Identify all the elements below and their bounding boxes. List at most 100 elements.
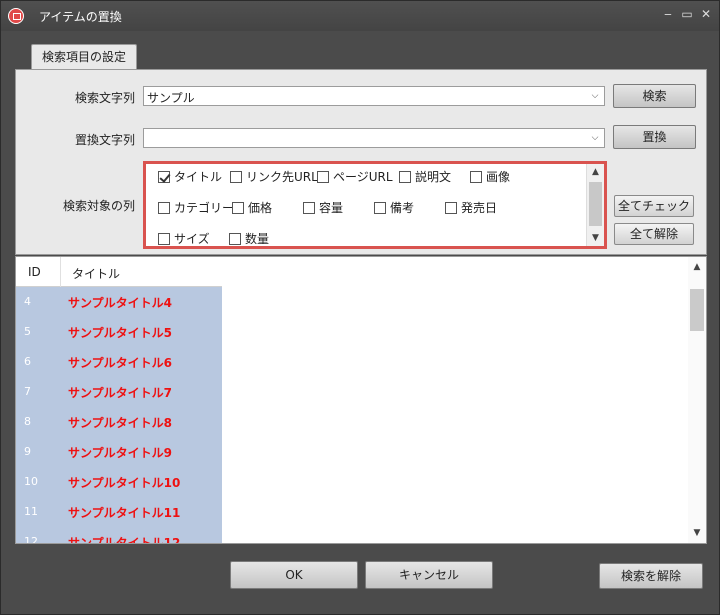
columns-label: 検索対象の列 bbox=[62, 199, 135, 213]
search-button[interactable]: 検索 bbox=[613, 84, 696, 108]
column-checkbox[interactable]: 説明文 bbox=[399, 168, 451, 184]
column-checkbox[interactable]: 価格 bbox=[232, 199, 272, 215]
row-title: サンプルタイトル10 bbox=[68, 476, 181, 490]
column-checkbox-label: 画像 bbox=[486, 170, 511, 184]
row-title: サンプルタイトル4 bbox=[68, 296, 172, 310]
row-title: サンプルタイトル8 bbox=[68, 416, 172, 430]
clear-search-button[interactable]: 検索を解除 bbox=[599, 563, 703, 589]
row-title: サンプルタイトル12 bbox=[68, 536, 181, 544]
row-id: 12 bbox=[24, 535, 38, 544]
scroll-up-icon[interactable]: ▲ bbox=[688, 259, 706, 275]
column-checkbox-label: カテゴリー bbox=[174, 201, 235, 215]
row-title: サンプルタイトル6 bbox=[68, 356, 172, 370]
replace-button[interactable]: 置換 bbox=[613, 125, 696, 149]
chevron-down-icon[interactable]: ⌵ bbox=[588, 130, 602, 146]
column-divider bbox=[60, 257, 61, 287]
checkbox-checked-icon[interactable] bbox=[158, 171, 170, 183]
checkbox-icon[interactable] bbox=[399, 171, 411, 183]
column-checkbox[interactable]: ページURL bbox=[317, 168, 393, 184]
scroll-up-icon[interactable]: ▲ bbox=[587, 164, 604, 180]
column-checkbox[interactable]: 備考 bbox=[374, 199, 414, 215]
table-row[interactable]: 10 サンプルタイトル10 bbox=[16, 467, 222, 497]
replace-label: 置換文字列 bbox=[74, 133, 135, 147]
column-checkbox-label: サイズ bbox=[174, 232, 210, 246]
app-icon bbox=[8, 8, 24, 24]
checkbox-icon[interactable] bbox=[232, 202, 244, 214]
checkbox-icon[interactable] bbox=[445, 202, 457, 214]
column-checkbox[interactable]: 数量 bbox=[229, 230, 269, 246]
window-title: アイテムの置換 bbox=[39, 10, 122, 24]
table-row[interactable]: 4 サンプルタイトル4 bbox=[16, 287, 222, 317]
row-title: サンプルタイトル9 bbox=[68, 446, 172, 460]
replace-input[interactable]: ⌵ bbox=[143, 128, 605, 148]
checkbox-icon[interactable] bbox=[374, 202, 386, 214]
table-row[interactable]: 11 サンプルタイトル11 bbox=[16, 497, 222, 527]
column-header-title[interactable]: タイトル bbox=[72, 265, 120, 282]
checkbox-icon[interactable] bbox=[303, 202, 315, 214]
column-checkbox-label: リンク先URL bbox=[246, 170, 318, 184]
cancel-button[interactable]: キャンセル bbox=[365, 561, 493, 589]
column-checkbox-label: 数量 bbox=[245, 232, 270, 246]
scroll-down-icon[interactable]: ▼ bbox=[688, 525, 706, 541]
row-id: 6 bbox=[24, 355, 31, 368]
table-row[interactable]: 8 サンプルタイトル8 bbox=[16, 407, 222, 437]
grid-scrollbar[interactable]: ▲ ▼ bbox=[688, 257, 706, 543]
column-checkbox[interactable]: リンク先URL bbox=[230, 168, 318, 184]
checkbox-icon[interactable] bbox=[317, 171, 329, 183]
search-label: 検索文字列 bbox=[74, 91, 135, 105]
grid-rows: 4 サンプルタイトル4 5 サンプルタイトル5 6 サンプルタイトル6 7 サンプルタイトル7… bbox=[16, 287, 222, 544]
column-checkbox[interactable]: タイトル bbox=[158, 168, 222, 184]
row-id: 11 bbox=[24, 505, 38, 518]
column-checkbox[interactable]: 容量 bbox=[303, 199, 343, 215]
tab-search-settings[interactable]: 検索項目の設定 bbox=[31, 44, 137, 70]
row-id: 9 bbox=[24, 445, 31, 458]
row-id: 7 bbox=[24, 385, 31, 398]
row-id: 5 bbox=[24, 325, 31, 338]
column-checkbox[interactable]: 発売日 bbox=[445, 199, 497, 215]
checkbox-icon[interactable] bbox=[230, 171, 242, 183]
table-row[interactable]: 5 サンプルタイトル5 bbox=[16, 317, 222, 347]
checkbox-icon[interactable] bbox=[158, 233, 170, 245]
uncheck-all-button[interactable]: 全て解除 bbox=[614, 223, 694, 245]
results-grid: ID タイトル 4 サンプルタイトル4 5 サンプルタイトル5 6 サンプルタイトル6 7 サ… bbox=[15, 256, 707, 544]
column-checkbox-label: ページURL bbox=[333, 170, 393, 184]
table-row[interactable]: 12 サンプルタイトル12 bbox=[16, 527, 222, 544]
column-checkbox[interactable]: サイズ bbox=[158, 230, 210, 246]
column-checkbox[interactable]: 画像 bbox=[470, 168, 510, 184]
scroll-thumb[interactable] bbox=[690, 289, 704, 331]
title-bar[interactable]: アイテムの置換 ‒ ▭ ✕ bbox=[1, 1, 719, 31]
check-all-button[interactable]: 全てチェック bbox=[614, 195, 694, 217]
row-title: サンプルタイトル11 bbox=[68, 506, 181, 520]
minimize-icon[interactable]: ‒ bbox=[661, 7, 675, 21]
replace-dialog: アイテムの置換 ‒ ▭ ✕ 検索項目の設定 検索文字列 サンプル ⌵ 検索 置換… bbox=[0, 0, 720, 615]
row-title: サンプルタイトル5 bbox=[68, 326, 172, 340]
scroll-thumb[interactable] bbox=[589, 182, 602, 226]
table-row[interactable]: 7 サンプルタイトル7 bbox=[16, 377, 222, 407]
table-row[interactable]: 9 サンプルタイトル9 bbox=[16, 437, 222, 467]
checkbox-icon[interactable] bbox=[158, 202, 170, 214]
row-id: 4 bbox=[24, 295, 31, 308]
column-checkbox[interactable]: カテゴリー bbox=[158, 199, 234, 215]
row-title: サンプルタイトル7 bbox=[68, 386, 172, 400]
checkbox-icon[interactable] bbox=[229, 233, 241, 245]
maximize-icon[interactable]: ▭ bbox=[680, 7, 694, 21]
columns-checklist-area: タイトル リンク先URL ページURL 説明文 画像カテゴリー 価格 容量 備考 発売日サイズ 数… bbox=[146, 164, 586, 246]
close-icon[interactable]: ✕ bbox=[699, 7, 713, 21]
column-checkbox-label: 容量 bbox=[319, 201, 344, 215]
search-input[interactable]: サンプル ⌵ bbox=[143, 86, 605, 106]
scroll-down-icon[interactable]: ▼ bbox=[587, 230, 604, 246]
ok-button[interactable]: OK bbox=[230, 561, 358, 589]
row-id: 8 bbox=[24, 415, 31, 428]
column-checkbox-label: 価格 bbox=[248, 201, 273, 215]
column-checkbox-label: 説明文 bbox=[415, 170, 452, 184]
column-checkbox-label: 発売日 bbox=[461, 201, 498, 215]
column-checkbox-label: 備考 bbox=[390, 201, 415, 215]
table-row[interactable]: 6 サンプルタイトル6 bbox=[16, 347, 222, 377]
column-checkbox-label: タイトル bbox=[174, 170, 223, 184]
columns-scrollbar[interactable]: ▲ ▼ bbox=[586, 164, 604, 246]
columns-checklist: タイトル リンク先URL ページURL 説明文 画像カテゴリー 価格 容量 備考 発売日サイズ 数… bbox=[143, 161, 607, 249]
checkbox-icon[interactable] bbox=[470, 171, 482, 183]
grid-header: ID タイトル bbox=[16, 257, 222, 287]
column-header-id[interactable]: ID bbox=[28, 265, 41, 279]
chevron-down-icon[interactable]: ⌵ bbox=[588, 88, 602, 104]
